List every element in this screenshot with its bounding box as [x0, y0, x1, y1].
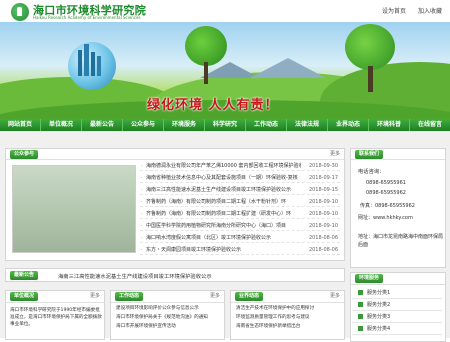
more-link[interactable]: 更多	[90, 292, 100, 299]
list-item[interactable]: 清洁生产技术在环境保护中的应用探讨	[236, 305, 341, 313]
list-item[interactable]: 建设项目环境影响评价公众参与信息公示	[116, 305, 221, 313]
notice-text[interactable]: 海南三江高性能速水泥基土生产线建设项目竣工环境保护验收公示	[58, 272, 212, 280]
list-item[interactable]: 海南三江高性能速水泥基土生产线建设项目竣工环境保护验收公示2018-09-15	[140, 185, 340, 195]
nav-about[interactable]: 单位概况	[41, 119, 82, 131]
panel-title: 工作动态	[115, 292, 144, 301]
list-item[interactable]: 齐鲁制药（海南）有限公司制药项目二期工程（水干粉针剂）环2018-09-10	[140, 197, 340, 207]
notice-label: 最新公告	[10, 271, 39, 280]
panel-title: 环境服务	[355, 274, 384, 283]
contact-fax: 传真：0898-65955962	[360, 203, 415, 209]
list-item[interactable]: 环境监测质量管理工作的思考与建议	[236, 314, 341, 322]
about-text: 海口市环境科学研究院于1990年经市编委批准成立，是海口市环境保护局下属的全额拨…	[10, 308, 102, 327]
nav-laws[interactable]: 法律法规	[287, 119, 328, 131]
service-item[interactable]: 服务分类4	[352, 323, 442, 335]
nav-science[interactable]: 环境科普	[369, 119, 410, 131]
add-favorite-link[interactable]: 加入收藏	[418, 6, 442, 15]
service-item[interactable]: 服务分类2	[352, 299, 442, 311]
list-item[interactable]: 齐鲁制药（海南）有限公司制药项目二期工程扩建（研发中心）环2018-09-10	[140, 209, 340, 219]
more-link[interactable]: 更多	[330, 150, 340, 157]
nav-notices[interactable]: 最新公告	[82, 119, 123, 131]
news-photo[interactable]	[12, 165, 136, 253]
square-bullet-icon	[358, 326, 363, 331]
nav-research[interactable]: 科学研究	[205, 119, 246, 131]
list-item[interactable]: 海南省生态环境保护新举措出台	[236, 323, 341, 331]
contact-phone-1: 0898-65955961	[366, 180, 406, 186]
site-subtitle: Haikou Research Academy of Environmental…	[33, 15, 141, 20]
about-panel: 单位概况 更多 海口市环境科学研究院于1990年经市编委批准成立，是海口市环境保…	[5, 290, 105, 340]
set-homepage-link[interactable]: 设为首页	[382, 6, 406, 15]
tree-icon	[185, 26, 227, 66]
nav-message[interactable]: 在线留言	[410, 119, 450, 131]
panel-title: 单位概况	[10, 292, 39, 301]
list-item[interactable]: 东方・天阆康园项目竣工环境保护验收公示2018-08-06	[140, 245, 340, 255]
square-bullet-icon	[358, 314, 363, 319]
notice-bar: 最新公告 海南三江高性能速水泥基土生产线建设项目竣工环境保护验收公示	[5, 268, 345, 282]
nav-public[interactable]: 公众参与	[123, 119, 164, 131]
logo-icon[interactable]	[11, 3, 29, 21]
square-bullet-icon	[358, 302, 363, 307]
tree-icon	[345, 24, 395, 70]
nav-services[interactable]: 环境服务	[164, 119, 205, 131]
panel-title: 公众参与	[10, 150, 39, 159]
list-item[interactable]: 海南德润永业有限公司年产苯乙烯10000 套内部回收工程环境保护验收2018-0…	[140, 161, 340, 171]
service-item[interactable]: 服务分类1	[352, 287, 442, 299]
banner: 绿化环境 人人有责！	[0, 22, 450, 119]
contact-web[interactable]: 网址：www.hkhky.com	[358, 214, 413, 221]
more-link[interactable]: 更多	[210, 292, 220, 299]
list-item[interactable]: 中国医学科学院药用植物研究所海南分所研究中心（海口）项目2018-09-10	[140, 221, 340, 231]
service-item[interactable]: 服务分类3	[352, 311, 442, 323]
contact-phone-2: 0898-65955962	[366, 190, 406, 196]
list-item[interactable]: 海口市开展环境保护宣传活动	[116, 323, 221, 331]
contact-address: 地址：海口市龙昆南路海中南面环保局后面	[358, 234, 444, 248]
nav-home[interactable]: 网站首页	[0, 119, 41, 131]
panel-title: 业界动态	[235, 292, 264, 301]
header: 海口市环境科学研究院 Haikou Research Academy of En…	[0, 0, 450, 22]
contact-phone-label: 电话咨询：	[358, 169, 385, 175]
list-item[interactable]: 海口响水湾度假公寓项目（北区）竣工环境保护验收公示2018-08-06	[140, 233, 340, 243]
nav-industry[interactable]: 业界动态	[328, 119, 369, 131]
panel-title: 联系我们	[355, 150, 384, 159]
main-nav: 网站首页 单位概况 最新公告 公众参与 环境服务 科学研究 工作动态 法律法规 …	[0, 119, 450, 131]
square-bullet-icon	[358, 290, 363, 295]
banner-slogan: 绿化环境 人人有责！	[147, 98, 279, 113]
more-link[interactable]: 更多	[330, 292, 340, 299]
nav-work[interactable]: 工作动态	[246, 119, 287, 131]
list-item[interactable]: 海南省种植业技术信息中心及其配套设施项目（一期）环保验收-复核2018-09-1…	[140, 173, 340, 183]
list-item[interactable]: 海口市环境保护局关于《规范地沟油》的通知	[116, 314, 221, 322]
